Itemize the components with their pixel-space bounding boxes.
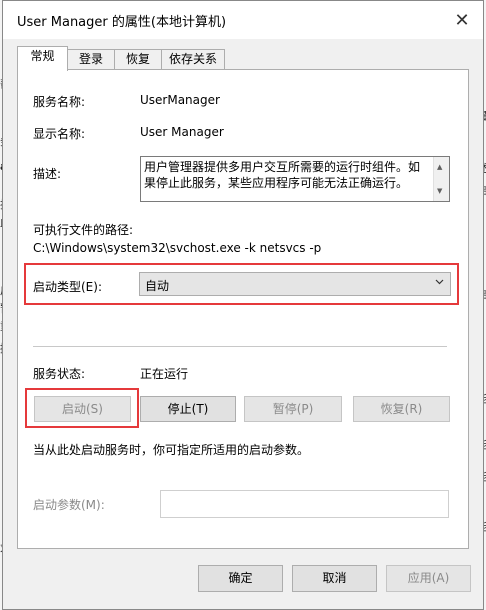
pause-button[interactable]: 暂停(P) <box>244 396 342 422</box>
properties-dialog: User Manager 的属性(本地计算机) ✕ 常规 登录 恢复 依存关系 … <box>2 0 484 610</box>
description-text: 用户管理器提供多用户交互所需要的运行时组件。如果停止此服务，某些应用程序可能无法… <box>144 160 421 190</box>
chevron-down-icon <box>435 279 444 285</box>
resume-button[interactable]: 恢复(R) <box>353 396 450 422</box>
service-status-value: 正在运行 <box>140 367 189 381</box>
tab-general[interactable]: 常规 <box>17 46 68 71</box>
scroll-up-icon[interactable]: ▲ <box>437 159 442 175</box>
display-name-value: User Manager <box>140 125 224 139</box>
startup-type-value: 自动 <box>145 279 170 293</box>
service-name-value: UserManager <box>140 93 220 107</box>
start-params-hint: 当从此处启动服务时，你可指定所适用的启动参数。 <box>33 443 310 457</box>
description-label: 描述: <box>33 167 62 181</box>
cancel-button[interactable]: 取消 <box>292 565 377 592</box>
close-icon[interactable]: ✕ <box>447 7 477 33</box>
ok-button[interactable]: 确定 <box>198 565 283 592</box>
window-title: User Manager 的属性(本地计算机) <box>17 15 227 30</box>
tab-recovery[interactable]: 恢复 <box>114 49 162 69</box>
separator <box>33 346 447 347</box>
exec-path-label: 可执行文件的路径: <box>33 223 134 237</box>
tab-logon[interactable]: 登录 <box>67 49 115 69</box>
title-bar[interactable]: User Manager 的属性(本地计算机) ✕ <box>3 1 483 39</box>
start-params-label: 启动参数(M): <box>33 498 105 512</box>
apply-button[interactable]: 应用(A) <box>386 565 471 592</box>
description-box[interactable]: 用户管理器提供多用户交互所需要的运行时组件。如果停止此服务，某些应用程序可能无法… <box>140 156 450 202</box>
startup-type-select[interactable]: 自动 <box>139 272 451 296</box>
start-button[interactable]: 启动(S) <box>34 396 131 422</box>
service-name-label: 服务名称: <box>33 95 86 109</box>
service-status-label: 服务状态: <box>33 367 86 381</box>
description-scrollbar[interactable]: ▲ ▼ <box>433 157 449 201</box>
start-params-input[interactable] <box>160 490 449 518</box>
startup-type-label: 启动类型(E): <box>33 280 102 294</box>
scroll-down-icon[interactable]: ▼ <box>437 183 442 199</box>
exec-path-value: C:\Windows\system32\svchost.exe -k netsv… <box>33 241 322 255</box>
display-name-label: 显示名称: <box>33 127 86 141</box>
stop-button[interactable]: 停止(T) <box>140 396 236 422</box>
tab-dependencies[interactable]: 依存关系 <box>161 49 225 69</box>
